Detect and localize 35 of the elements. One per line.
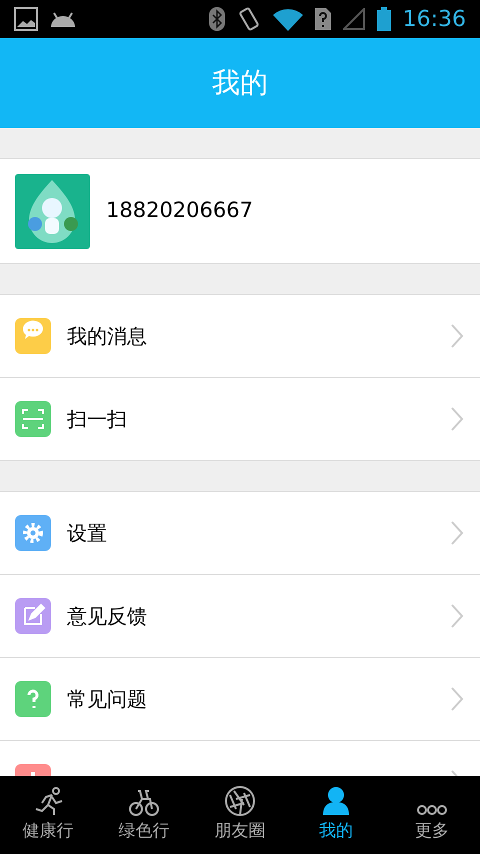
menu-item[interactable]: 意见反馈 — [0, 575, 480, 658]
page-title: 我的 — [212, 65, 268, 101]
nav-tab[interactable]: 健康行 — [0, 776, 96, 854]
chevron-right-icon — [450, 520, 464, 546]
person-icon — [320, 785, 352, 818]
signal-icon — [342, 8, 365, 30]
status-time: 16:36 — [402, 6, 466, 34]
chevron-right-icon — [450, 686, 464, 712]
chevron-right-icon — [450, 603, 464, 629]
sim-card-icon — [314, 8, 331, 30]
image-icon — [14, 7, 38, 31]
nav-tab[interactable]: 我的 — [288, 776, 384, 854]
battery-icon — [376, 7, 391, 31]
aperture-icon — [224, 785, 256, 818]
menu-label: 设置 — [67, 520, 107, 547]
vibrate-icon — [236, 6, 261, 32]
menu-item[interactable]: 设置 — [0, 492, 480, 575]
menu-item[interactable]: 常见问题 — [0, 658, 480, 741]
menu-label: 我的消息 — [67, 323, 147, 350]
menu-item[interactable]: 我的消息 — [0, 295, 480, 378]
avatar-icon — [15, 174, 90, 248]
phone-number: 18820206667 — [106, 197, 253, 224]
menu-label: 常见问题 — [67, 686, 147, 713]
nav-tab[interactable]: 绿色行 — [96, 776, 192, 854]
profile-row[interactable]: 18820206667 — [0, 158, 480, 264]
nav-tab[interactable]: 朋友圈 — [192, 776, 288, 854]
wifi-icon — [272, 7, 303, 31]
nav-tab[interactable]: 更多 — [384, 776, 480, 854]
chevron-right-icon — [450, 323, 464, 349]
menu-label: 意见反馈 — [67, 603, 147, 630]
menu-item[interactable]: 扫一扫 — [0, 378, 480, 461]
bluetooth-icon — [208, 7, 225, 31]
more-icon — [416, 805, 448, 816]
menu-label: 扫一扫 — [67, 406, 127, 433]
chevron-right-icon — [450, 406, 464, 432]
